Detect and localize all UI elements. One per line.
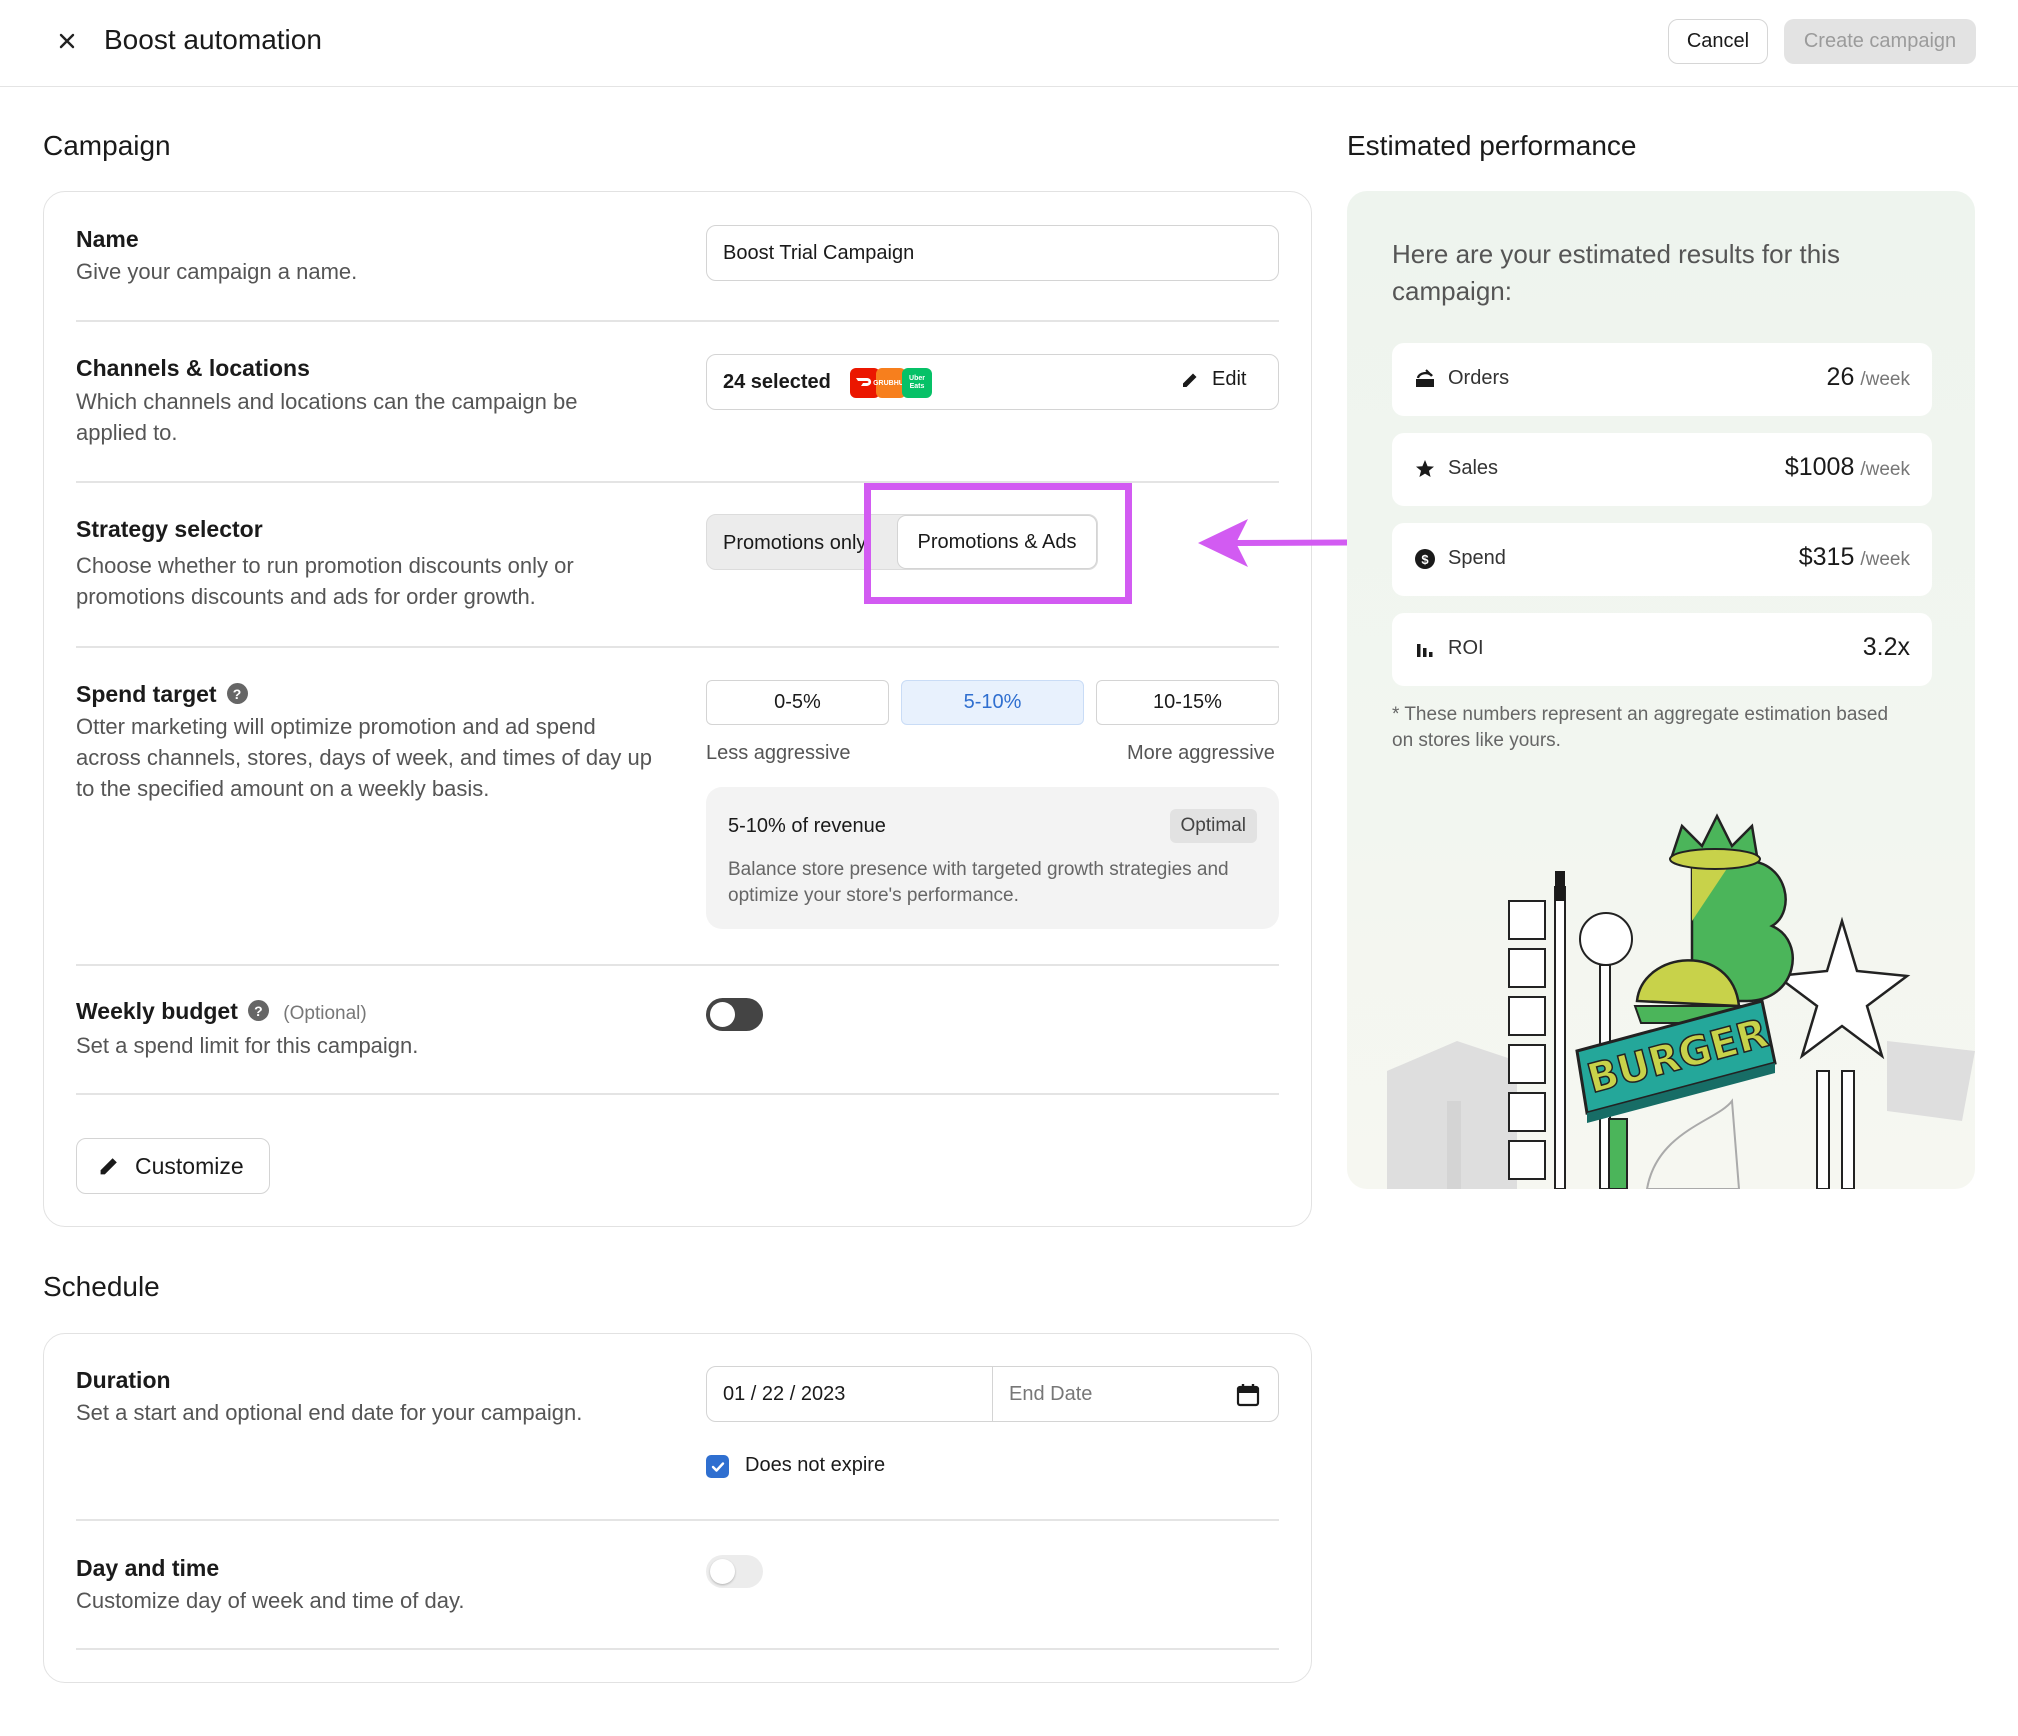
divider xyxy=(76,1648,1279,1650)
channels-label: Channels & locations xyxy=(76,355,310,381)
duration-label: Duration xyxy=(76,1367,171,1393)
metric-label: ROI xyxy=(1448,637,1484,659)
ubereats-logo: Uber Eats xyxy=(902,368,932,398)
strategy-option-promotions-only[interactable]: Promotions only xyxy=(723,515,873,569)
optional-tag: (Optional) xyxy=(283,1003,367,1024)
spend-label: Spend target? xyxy=(76,681,248,708)
metric-value: $1008/week xyxy=(1785,453,1910,482)
start-date-value: 01 / 22 / 2023 xyxy=(723,1382,846,1405)
metric-value: $315/week xyxy=(1799,543,1910,572)
name-description: Give your campaign a name. xyxy=(76,259,358,284)
name-label: Name xyxy=(76,226,139,252)
spend-info-box: 5-10% of revenue Optimal Balance store p… xyxy=(706,787,1279,929)
metric-unit: /week xyxy=(1860,549,1910,570)
more-aggressive-label: More aggressive xyxy=(1127,742,1275,764)
daytime-label: Day and time xyxy=(76,1555,220,1581)
metric-number: 26 xyxy=(1826,363,1855,391)
customize-button[interactable]: Customize xyxy=(76,1138,270,1194)
spend-option-0-5[interactable]: 0-5% xyxy=(706,680,889,725)
divider xyxy=(76,646,1279,648)
dollar-icon: $ xyxy=(1415,549,1435,569)
svg-text:$: $ xyxy=(1421,552,1429,567)
optimal-badge: Optimal xyxy=(1169,809,1257,843)
campaign-heading: Campaign xyxy=(43,130,171,161)
strategy-label: Strategy selector xyxy=(76,516,263,542)
close-icon[interactable] xyxy=(54,28,80,54)
metric-value: 26/week xyxy=(1827,363,1910,392)
metric-unit: /week xyxy=(1860,459,1910,480)
customize-label: Customize xyxy=(135,1152,244,1179)
help-icon[interactable]: ? xyxy=(226,683,248,705)
page-title: Boost automation xyxy=(104,24,322,55)
performance-panel: Here are your estimated results for this… xyxy=(1347,191,1975,1189)
info-text: Balance store presence with targeted gro… xyxy=(728,859,1229,906)
spend-option-5-10[interactable]: 5-10% xyxy=(901,680,1084,725)
metric-label: Sales xyxy=(1448,457,1499,479)
toggle-knob xyxy=(710,1559,735,1584)
channels-selected-count: 24 selected xyxy=(723,370,831,393)
star-icon xyxy=(1416,460,1434,477)
burger-sign-illustration: BURGER xyxy=(1387,813,1975,1189)
budget-label-text: Weekly budget xyxy=(76,998,238,1024)
budget-label: Weekly budget? (Optional) xyxy=(76,998,367,1025)
weekly-budget-toggle[interactable] xyxy=(706,998,763,1031)
top-bar: Boost automation Cancel Create campaign xyxy=(0,0,2018,87)
divider xyxy=(76,320,1279,322)
duration-description: Set a start and optional end date for yo… xyxy=(76,1400,583,1425)
metric-orders: Orders 26/week xyxy=(1392,343,1932,416)
divider xyxy=(76,964,1279,966)
info-title: 5-10% of revenue xyxy=(728,815,886,837)
budget-description: Set a spend limit for this campaign. xyxy=(76,1033,419,1058)
metric-number: 3.2x xyxy=(1862,633,1910,661)
spend-option-10-15[interactable]: 10-15% xyxy=(1096,680,1279,725)
create-campaign-button[interactable]: Create campaign xyxy=(1784,19,1976,64)
metric-spend: $ Spend $315/week xyxy=(1392,523,1932,596)
strategy-description: Choose whether to run promotion discount… xyxy=(76,553,574,609)
performance-footnote: * These numbers represent an aggregate e… xyxy=(1392,704,1889,751)
edit-label: Edit xyxy=(1212,368,1247,390)
check-icon xyxy=(711,1461,724,1472)
metric-label: Orders xyxy=(1448,367,1510,389)
calendar-icon[interactable] xyxy=(1236,1383,1260,1407)
pencil-icon xyxy=(1183,373,1197,387)
divider xyxy=(76,1093,1279,1095)
performance-intro: Here are your estimated results for this… xyxy=(1392,239,1840,306)
metric-sales: Sales $1008/week xyxy=(1392,433,1932,506)
campaign-name-input[interactable]: Boost Trial Campaign xyxy=(706,225,1279,281)
orders-icon xyxy=(1416,369,1434,387)
spend-description: Otter marketing will optimize promotion … xyxy=(76,714,652,801)
metric-number: $1008 xyxy=(1784,453,1855,481)
date-range-input: 01 / 22 / 2023 End Date xyxy=(706,1366,1279,1422)
metric-roi: ROI 3.2x xyxy=(1392,613,1932,686)
campaign-name-value: Boost Trial Campaign xyxy=(723,241,915,264)
performance-heading: Estimated performance xyxy=(1347,130,1637,161)
spend-label-text: Spend target xyxy=(76,681,217,707)
daytime-description: Customize day of week and time of day. xyxy=(76,1588,465,1613)
does-not-expire-label: Does not expire xyxy=(745,1454,886,1476)
schedule-heading: Schedule xyxy=(43,1271,160,1302)
edit-channels-button[interactable]: Edit xyxy=(1180,368,1246,391)
channels-description: Which channels and locations can the cam… xyxy=(76,389,578,445)
end-date-placeholder: End Date xyxy=(1009,1382,1093,1405)
bar-chart-icon xyxy=(1417,644,1433,657)
metric-value: 3.2x xyxy=(1863,633,1910,662)
toggle-knob xyxy=(710,1002,735,1027)
metric-unit: /week xyxy=(1860,369,1910,390)
less-aggressive-label: Less aggressive xyxy=(706,742,851,764)
start-date-input[interactable]: 01 / 22 / 2023 xyxy=(707,1367,993,1421)
metric-label: Spend xyxy=(1448,547,1506,569)
highlight-box xyxy=(864,483,1132,604)
divider xyxy=(76,1519,1279,1521)
help-icon[interactable]: ? xyxy=(247,1000,269,1022)
does-not-expire-checkbox[interactable] xyxy=(706,1455,729,1478)
metric-number: $315 xyxy=(1798,543,1855,571)
pencil-icon xyxy=(100,1158,117,1175)
day-time-toggle[interactable] xyxy=(706,1555,763,1588)
cancel-button[interactable]: Cancel xyxy=(1668,19,1768,64)
